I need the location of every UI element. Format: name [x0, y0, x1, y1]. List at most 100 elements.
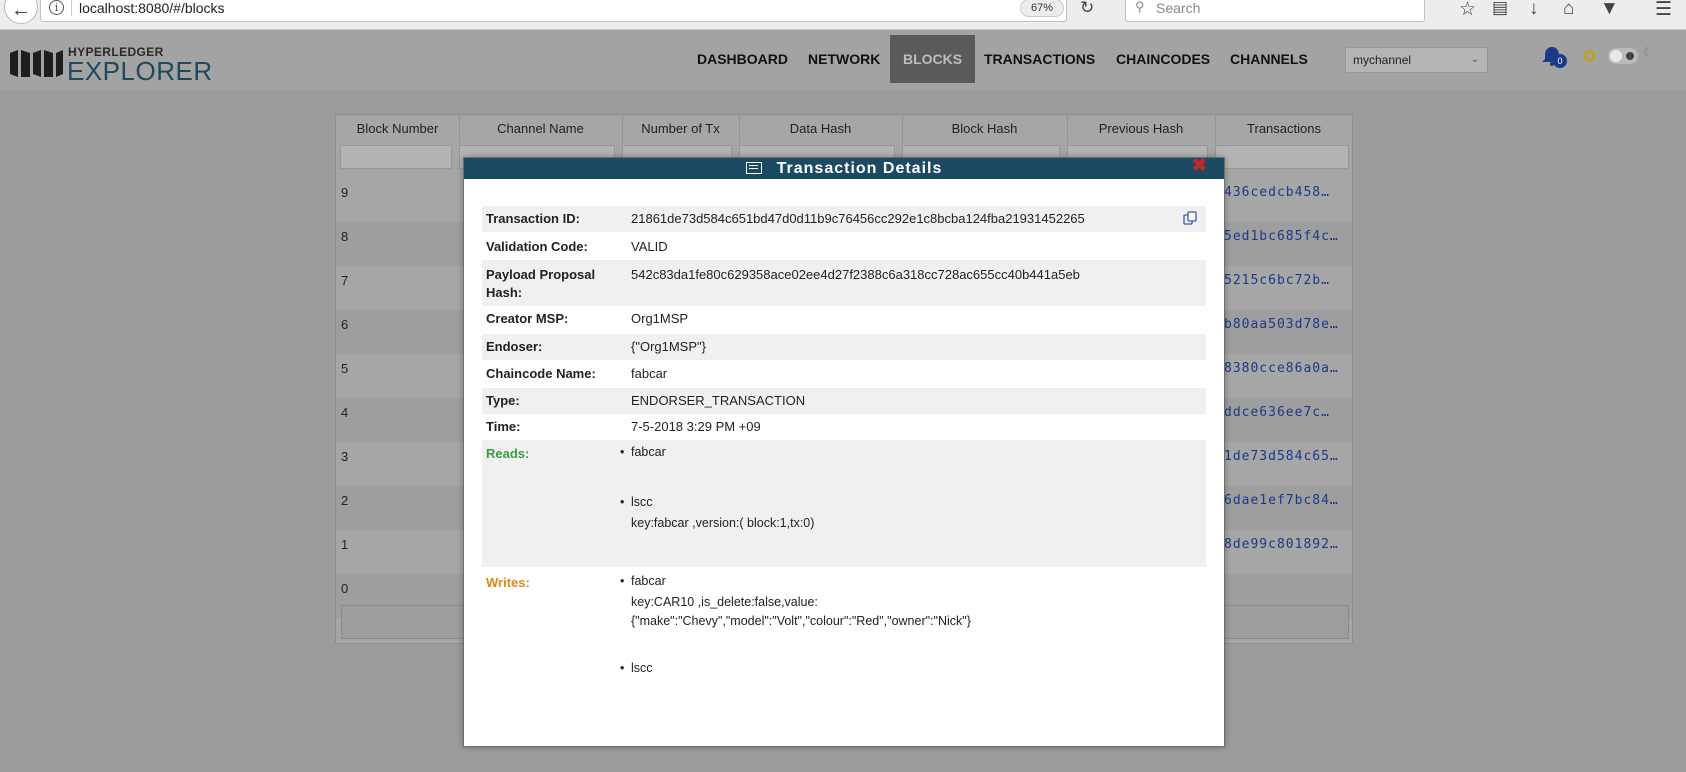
channel-select-value: mychannel — [1353, 53, 1412, 67]
endoser-value: {"Org1MSP"} — [631, 339, 706, 354]
row-transaction-link[interactable]: 436cedcb458… — [1224, 185, 1330, 200]
transaction-id-value: 21861de73d584c651bd47d0d11b9c76456cc292e… — [631, 211, 1085, 226]
row-block-number: 7 — [341, 273, 349, 288]
detail-row-type: Type: ENDORSER_TRANSACTION — [482, 388, 1206, 414]
url-separator — [71, 0, 72, 16]
column-header-channel-name[interactable]: Channel Name — [459, 115, 622, 143]
write-item-value: {"make":"Chevy","model":"Volt","colour":… — [631, 614, 971, 628]
search-icon: ⚲ — [1135, 0, 1145, 14]
row-block-number: 8 — [341, 229, 349, 244]
notification-count: 0 — [1553, 54, 1567, 68]
row-transaction-link[interactable]: 1de73d584c65… — [1224, 449, 1339, 464]
creator-msp-label: Creator MSP: — [486, 311, 569, 326]
row-block-number: 4 — [341, 405, 349, 420]
search-input[interactable]: ⚲ Search — [1125, 0, 1425, 22]
row-transaction-link[interactable]: b80aa503d78e… — [1224, 317, 1339, 332]
column-header-block-number[interactable]: Block Number — [336, 115, 459, 143]
detail-row-transaction-id: Transaction ID: 21861de73d584c651bd47d0d… — [482, 206, 1206, 232]
moon-icon: ☾ — [1643, 45, 1654, 59]
app-header: HYPERLEDGER EXPLORER DASHBOARD NETWORK B… — [0, 30, 1686, 90]
detail-row-writes: Writes: fabcar key:CAR10 ,is_delete:fals… — [482, 568, 1206, 678]
reload-icon[interactable]: ↻ — [1080, 0, 1094, 18]
column-header-block-hash[interactable]: Block Hash — [902, 115, 1067, 143]
row-block-number: 2 — [341, 493, 349, 508]
detail-row-creator-msp: Creator MSP: Org1MSP — [482, 306, 1206, 332]
list-icon — [745, 162, 762, 174]
read-item-detail: key:fabcar ,version:( block:1,tx:0) — [631, 516, 815, 530]
type-label: Type: — [486, 393, 520, 408]
row-transaction-link[interactable]: 5ed1bc685f4c… — [1224, 229, 1339, 244]
modal-title: Transaction Details — [776, 160, 943, 177]
write-item-name: lscc — [620, 659, 652, 679]
theme-toggle[interactable] — [1608, 48, 1638, 64]
write-item-name: fabcar — [620, 572, 666, 592]
validation-code-label: Validation Code: — [486, 239, 588, 254]
download-icon[interactable]: ↓ — [1529, 0, 1539, 20]
time-label: Time: — [486, 419, 521, 434]
row-block-number: 0 — [341, 581, 349, 596]
validation-code-value: VALID — [631, 239, 668, 254]
modal-header: Transaction Details ✖ — [464, 155, 1224, 179]
url-text[interactable]: localhost:8080/#/blocks — [79, 0, 225, 16]
notification-bell-icon[interactable]: 0 — [1541, 44, 1569, 70]
reading-list-icon[interactable]: ▤ — [1492, 0, 1508, 18]
time-value: 7-5-2018 3:29 PM +09 — [631, 419, 761, 434]
detail-row-time: Time: 7-5-2018 3:29 PM +09 — [482, 414, 1206, 440]
detail-row-validation-code: Validation Code: VALID — [482, 234, 1206, 260]
info-icon[interactable]: i — [49, 0, 64, 15]
read-item-name: fabcar — [620, 443, 666, 463]
chaincode-name-label: Chaincode Name: — [486, 366, 596, 381]
row-block-number: 6 — [341, 317, 349, 332]
nav-channels[interactable]: CHANNELS — [1230, 35, 1308, 83]
row-transaction-link[interactable]: 8380cce86a0a… — [1224, 361, 1339, 376]
zoom-level[interactable]: 67% — [1020, 0, 1064, 17]
column-header-data-hash[interactable]: Data Hash — [739, 115, 902, 143]
detail-row-reads: Reads: fabcar lscc key:fabcar ,version:(… — [482, 440, 1206, 567]
chevron-down-icon: ⌄ — [1470, 54, 1479, 65]
transaction-details-modal: Transaction Details ✖ Transaction ID: 21… — [463, 155, 1225, 747]
reads-label: Reads: — [486, 446, 530, 461]
pocket-icon[interactable]: ▼ — [1600, 0, 1619, 20]
payload-hash-label: Payload Proposal Hash: — [486, 267, 596, 300]
row-block-number: 9 — [341, 185, 349, 200]
filter-input-transactions[interactable] — [1215, 145, 1349, 169]
row-block-number: 3 — [341, 449, 349, 464]
read-item-name: lscc — [620, 493, 652, 513]
row-transaction-link[interactable]: ddce636ee7c… — [1224, 405, 1330, 420]
write-item-detail: key:CAR10 ,is_delete:false,value: — [631, 595, 818, 609]
nav-blocks[interactable]: BLOCKS — [890, 35, 976, 83]
detail-row-endoser: Endoser: {"Org1MSP"} — [482, 334, 1206, 360]
column-header-transactions[interactable]: Transactions — [1215, 115, 1353, 143]
copy-icon[interactable] — [1183, 211, 1197, 225]
row-block-number: 1 — [341, 537, 349, 552]
back-arrow-icon[interactable]: ← — [4, 0, 38, 24]
column-header-previous-hash[interactable]: Previous Hash — [1067, 115, 1215, 143]
filter-input-block-number[interactable] — [340, 145, 452, 169]
detail-row-payload-hash: Payload Proposal Hash: 542c83da1fe80c629… — [482, 260, 1206, 306]
transaction-id-label: Transaction ID: — [486, 211, 580, 226]
nav-dashboard[interactable]: DASHBOARD — [697, 35, 788, 83]
bookmark-star-icon[interactable]: ☆ — [1459, 0, 1476, 21]
hyperledger-logo-icon — [10, 50, 63, 77]
chaincode-name-value: fabcar — [631, 366, 668, 381]
row-block-number: 5 — [341, 361, 349, 376]
sun-icon — [1584, 50, 1595, 61]
nav-network[interactable]: NETWORK — [808, 35, 880, 83]
type-value: ENDORSER_TRANSACTION — [631, 393, 806, 408]
toggle-dot — [1626, 52, 1634, 60]
nav-chaincodes[interactable]: CHAINCODES — [1116, 35, 1210, 83]
column-header-number-of-tx[interactable]: Number of Tx — [622, 115, 739, 143]
url-bar[interactable]: i localhost:8080/#/blocks — [40, 0, 1067, 22]
menu-icon[interactable]: ☰ — [1655, 0, 1672, 21]
endoser-label: Endoser: — [486, 339, 543, 354]
channel-select[interactable]: mychannel ⌄ — [1345, 47, 1488, 73]
home-icon[interactable]: ⌂ — [1563, 0, 1574, 20]
close-icon[interactable]: ✖ — [1192, 154, 1208, 176]
logo-bottom-text: EXPLORER — [67, 56, 213, 86]
nav-transactions[interactable]: TRANSACTIONS — [984, 35, 1095, 83]
row-transaction-link[interactable]: 6dae1ef7bc84… — [1224, 493, 1339, 508]
toggle-knob — [1610, 50, 1622, 62]
browser-toolbar: ← i localhost:8080/#/blocks 67% ↻ ⚲ Sear… — [0, 0, 1686, 30]
row-transaction-link[interactable]: 8de99c801892… — [1224, 537, 1339, 552]
row-transaction-link[interactable]: 5215c6bc72b… — [1224, 273, 1330, 288]
